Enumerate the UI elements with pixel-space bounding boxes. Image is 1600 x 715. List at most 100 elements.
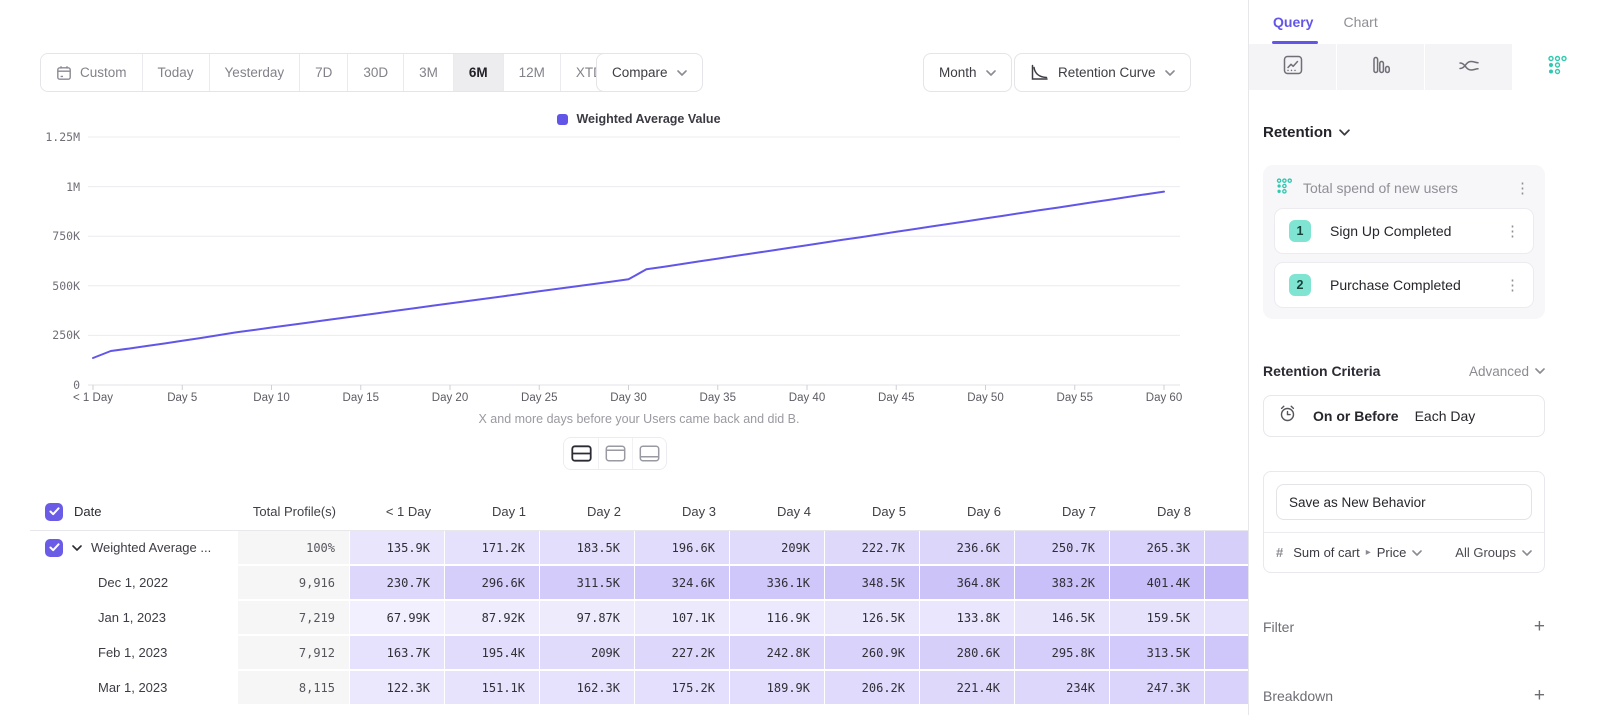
retention-criteria-header: Retention Criteria Advanced	[1263, 363, 1545, 379]
range-7d[interactable]: 7D	[299, 54, 347, 91]
funnels-report-tab[interactable]	[1336, 44, 1424, 90]
breadcrumb-arrow-icon: ▸	[1366, 547, 1371, 558]
retention-value-cell: 163.7K	[350, 636, 445, 671]
retention-value-cell: 364.8K	[920, 566, 1015, 601]
retention-value-cell: 250.7K	[1015, 531, 1110, 566]
chart-only-view-toggle[interactable]	[598, 438, 632, 469]
retention-value-cell-clipped	[1205, 566, 1248, 601]
add-filter-icon[interactable]: +	[1534, 617, 1545, 636]
retention-section-dropdown[interactable]: Retention	[1263, 124, 1545, 141]
row-label-date[interactable]: Mar 1, 2023	[30, 671, 238, 706]
col-header-date[interactable]: Date	[30, 493, 238, 531]
row-label-date[interactable]: Jan 1, 2023	[30, 601, 238, 636]
x-axis-tick-label: Day 20	[405, 392, 495, 404]
x-axis-tick-label: Day 40	[762, 392, 852, 404]
retention-value-cell: 146.5K	[1015, 601, 1110, 636]
measure-row: # Sum of cart ▸ Price All Groups	[1264, 532, 1544, 572]
weighted-average-line[interactable]	[93, 192, 1164, 358]
save-as-new-behavior-button[interactable]: Save as New Behavior	[1276, 484, 1532, 520]
retention-value-cell: 122.3K	[350, 671, 445, 706]
retention-value-cell: 183.5K	[540, 531, 635, 566]
range-today[interactable]: Today	[142, 54, 209, 91]
retention-value-cell: 67.99K	[350, 601, 445, 636]
add-breakdown-icon[interactable]: +	[1534, 686, 1545, 705]
granularity-dropdown[interactable]: Month	[923, 53, 1012, 92]
x-axis-tick-label: Day 35	[673, 392, 763, 404]
y-axis-tick-label: 0	[30, 378, 80, 392]
retention-value-cell-clipped	[1205, 531, 1248, 566]
chart-type-dropdown[interactable]: Retention Curve	[1014, 53, 1191, 92]
retention-value-cell: 234K	[1015, 671, 1110, 706]
chevron-down-icon	[1165, 70, 1175, 76]
retention-value-cell: 189.9K	[730, 671, 825, 706]
behavior-kebab-menu[interactable]: ⋮	[1512, 181, 1533, 196]
step-1-sign-up-completed[interactable]: 1 Sign Up Completed ⋮	[1275, 209, 1533, 253]
breakdown-section[interactable]: Breakdown +	[1263, 686, 1545, 705]
retention-value-cell: 222.7K	[825, 531, 920, 566]
chevron-down-icon	[677, 70, 687, 76]
retention-value-cell: 247.3K	[1110, 671, 1205, 706]
range-12m[interactable]: 12M	[503, 54, 560, 91]
layout-toggle-group	[563, 437, 667, 470]
behavior-card: Total spend of new users ⋮ 1 Sign Up Com…	[1263, 165, 1545, 319]
tab-chart[interactable]: Chart	[1343, 14, 1377, 30]
range-6m-selected[interactable]: 6M	[453, 54, 503, 91]
numeric-property-icon: #	[1276, 545, 1283, 560]
line-plot	[30, 100, 1248, 400]
insights-report-tab[interactable]	[1249, 44, 1336, 90]
col-header: Day 5	[825, 493, 920, 531]
row-label-date[interactable]: Dec 1, 2022	[30, 566, 238, 601]
x-axis-tick-label: Day 25	[494, 392, 584, 404]
retention-timing-row[interactable]: On or Before Each Day	[1263, 395, 1545, 437]
total-profiles-cell: 7,219	[238, 601, 350, 636]
advanced-mode-dropdown[interactable]: Advanced	[1469, 364, 1545, 379]
retention-value-cell: 227.2K	[635, 636, 730, 671]
table-only-view-toggle[interactable]	[632, 438, 666, 469]
range-custom-label: Custom	[80, 65, 127, 80]
retention-report-tab[interactable]	[1512, 44, 1600, 90]
retention-value-cell: 383.2K	[1015, 566, 1110, 601]
retention-value-cell-clipped	[1205, 671, 1248, 706]
compare-button[interactable]: Compare	[596, 53, 703, 92]
all-groups-dropdown[interactable]: All Groups	[1455, 545, 1532, 560]
range-custom[interactable]: Custom	[41, 54, 142, 91]
date-range-segmented-control: Custom Today Yesterday 7D 30D 3M 6M 12M …	[40, 53, 637, 92]
expand-row-icon[interactable]	[72, 545, 82, 551]
retention-icon	[1546, 54, 1568, 81]
range-30d[interactable]: 30D	[347, 54, 403, 91]
insights-icon	[1282, 54, 1304, 81]
flows-icon	[1457, 54, 1481, 81]
row-label-date[interactable]: Feb 1, 2023	[30, 636, 238, 671]
measure-property-dropdown[interactable]: Sum of cart ▸ Price	[1293, 545, 1445, 560]
step-kebab-menu[interactable]: ⋮	[1502, 224, 1523, 239]
timing-value-dropdown[interactable]: Each Day	[1415, 408, 1476, 424]
retention-value-cell-clipped	[1205, 636, 1248, 671]
total-profiles-cell: 7,912	[238, 636, 350, 671]
retention-value-cell: 107.1K	[635, 601, 730, 636]
behavior-title: Total spend of new users	[1303, 180, 1502, 196]
x-axis-tick-label: Day 30	[584, 392, 674, 404]
retention-dots-icon	[1275, 177, 1293, 200]
row-checkbox[interactable]	[45, 539, 63, 557]
row-label-weighted-average[interactable]: Weighted Average ...	[30, 531, 238, 566]
retention-value-cell: 401.4K	[1110, 566, 1205, 601]
retention-value-cell: 209K	[540, 636, 635, 671]
retention-value-cell: 295.8K	[1015, 636, 1110, 671]
range-3m[interactable]: 3M	[403, 54, 453, 91]
x-axis-tick-label: Day 10	[227, 392, 317, 404]
col-header: < 1 Day	[350, 493, 445, 531]
flows-report-tab[interactable]	[1424, 44, 1512, 90]
step-kebab-menu[interactable]: ⋮	[1502, 278, 1523, 293]
split-view-toggle[interactable]	[564, 438, 598, 469]
x-axis-tick-label: < 1 Day	[48, 392, 138, 404]
retention-value-cell: 348.5K	[825, 566, 920, 601]
retention-value-cell: 175.2K	[635, 671, 730, 706]
range-yesterday[interactable]: Yesterday	[209, 54, 300, 91]
step-2-purchase-completed[interactable]: 2 Purchase Completed ⋮	[1275, 263, 1533, 307]
tab-query[interactable]: Query	[1273, 14, 1313, 30]
col-day-9-clipped	[1205, 493, 1248, 531]
total-profiles-cell: 8,115	[238, 671, 350, 706]
filter-section[interactable]: Filter +	[1263, 617, 1545, 636]
row-checkbox[interactable]	[45, 503, 63, 521]
col-header: Day 4	[730, 493, 825, 531]
